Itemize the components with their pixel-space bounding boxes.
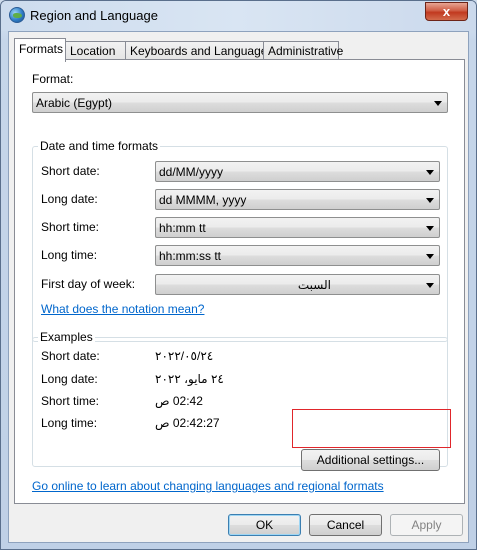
format-label: Format: bbox=[32, 72, 74, 86]
short-time-dropdown[interactable]: hh:mm tt bbox=[155, 217, 440, 238]
close-icon: x bbox=[442, 4, 451, 19]
short-date-value: dd/MM/yyyy bbox=[159, 165, 224, 179]
tab-administrative[interactable]: Administrative bbox=[263, 41, 343, 61]
example-long-date-value: ٢٤ مايو، ٢٠٢٢ bbox=[155, 372, 224, 386]
example-long-time-value: 02:42:27 ص bbox=[155, 416, 220, 430]
dialog-client-area: Formats Location Keyboards and Languages… bbox=[8, 31, 469, 543]
long-date-value: dd MMMM, yyyy bbox=[159, 193, 247, 207]
short-date-label: Short date: bbox=[41, 164, 100, 178]
long-time-dropdown[interactable]: hh:mm:ss tt bbox=[155, 245, 440, 266]
example-short-time-label: Short time: bbox=[41, 394, 100, 408]
cancel-button[interactable]: Cancel bbox=[309, 514, 382, 536]
chevron-down-icon bbox=[426, 170, 434, 175]
additional-settings-button[interactable]: Additional settings... bbox=[301, 449, 440, 471]
short-date-dropdown[interactable]: dd/MM/yyyy bbox=[155, 161, 440, 182]
apply-button[interactable]: Apply bbox=[390, 514, 463, 536]
long-date-label: Long date: bbox=[41, 192, 98, 206]
example-long-time-label: Long time: bbox=[41, 416, 98, 430]
globe-icon bbox=[9, 7, 25, 23]
date-time-formats-title: Date and time formats bbox=[38, 139, 161, 153]
chevron-down-icon bbox=[426, 283, 434, 288]
examples-title: Examples bbox=[38, 330, 95, 344]
tab-keyboards-and-languages[interactable]: Keyboards and Languages bbox=[125, 41, 273, 61]
long-time-value: hh:mm:ss tt bbox=[159, 249, 222, 263]
close-button[interactable]: x bbox=[425, 2, 468, 21]
first-day-of-week-dropdown[interactable]: السبت bbox=[155, 274, 440, 295]
long-time-label: Long time: bbox=[41, 248, 98, 262]
chevron-down-icon bbox=[426, 226, 434, 231]
ok-button[interactable]: OK bbox=[228, 514, 301, 536]
example-long-date-label: Long date: bbox=[41, 372, 98, 386]
format-dropdown[interactable]: Arabic (Egypt) bbox=[32, 92, 448, 113]
example-short-date-label: Short date: bbox=[41, 349, 100, 363]
title-bar[interactable]: Region and Language x bbox=[1, 1, 476, 31]
chevron-down-icon bbox=[434, 101, 442, 106]
window-title: Region and Language bbox=[30, 8, 158, 23]
short-time-value: hh:mm tt bbox=[159, 221, 206, 235]
red-highlight-box bbox=[292, 409, 451, 448]
tab-formats[interactable]: Formats bbox=[14, 38, 66, 62]
first-day-of-week-value: السبت bbox=[297, 278, 331, 292]
region-language-window: Region and Language x Formats Location K… bbox=[0, 0, 477, 550]
short-time-label: Short time: bbox=[41, 220, 100, 234]
notation-help-link[interactable]: What does the notation mean? bbox=[41, 302, 204, 316]
example-short-time-value: 02:42 ص bbox=[155, 394, 203, 408]
chevron-down-icon bbox=[426, 198, 434, 203]
first-day-of-week-label: First day of week: bbox=[41, 277, 136, 291]
chevron-down-icon bbox=[426, 254, 434, 259]
long-date-dropdown[interactable]: dd MMMM, yyyy bbox=[155, 189, 440, 210]
tab-location[interactable]: Location bbox=[65, 41, 126, 61]
format-value: Arabic (Egypt) bbox=[36, 96, 113, 110]
online-regional-formats-link[interactable]: Go online to learn about changing langua… bbox=[32, 479, 384, 493]
example-short-date-value: ٢٠٢٢/٠٥/٢٤ bbox=[155, 349, 214, 363]
